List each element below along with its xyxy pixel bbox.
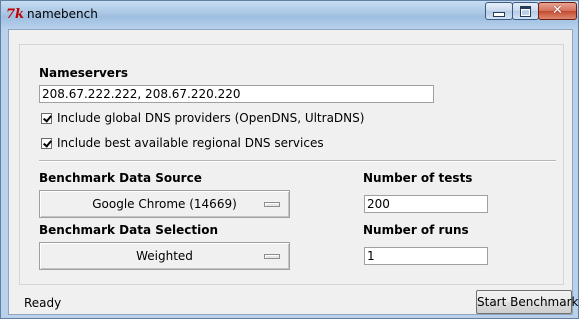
regional-dns-option[interactable]: Include best available regional DNS serv… xyxy=(41,136,324,150)
data-source-label: Benchmark Data Source xyxy=(39,171,202,185)
nameservers-label: Nameservers xyxy=(39,66,129,80)
global-dns-checkbox[interactable] xyxy=(41,112,52,124)
window-title: namebench xyxy=(27,7,98,21)
num-tests-label: Number of tests xyxy=(363,171,473,185)
maximize-icon xyxy=(520,5,531,17)
status-text: Ready xyxy=(24,296,62,310)
minimize-button[interactable] xyxy=(485,2,513,20)
nameservers-input[interactable]: 208.67.222.222, 208.67.220.220 xyxy=(39,85,434,103)
client-area: Nameservers 208.67.222.222, 208.67.220.2… xyxy=(8,29,578,315)
data-source-menu[interactable]: Google Chrome (14669) xyxy=(39,190,290,218)
tk-feather-icon: 7k xyxy=(6,7,25,22)
num-tests-input[interactable]: 200 xyxy=(364,195,488,213)
num-runs-label: Number of runs xyxy=(363,223,469,237)
separator xyxy=(39,160,556,162)
global-dns-label: Include global DNS providers (OpenDNS, U… xyxy=(57,111,365,125)
maximize-button[interactable] xyxy=(512,2,539,20)
start-benchmark-button[interactable]: Start Benchmark xyxy=(476,290,578,314)
num-runs-input[interactable]: 1 xyxy=(364,247,488,265)
title-bar[interactable]: 7k namebench ✕ xyxy=(1,1,578,29)
global-dns-option[interactable]: Include global DNS providers (OpenDNS, U… xyxy=(41,111,364,125)
regional-dns-label: Include best available regional DNS serv… xyxy=(57,136,324,150)
data-selection-value: Weighted xyxy=(136,249,193,263)
minimize-icon xyxy=(493,12,505,17)
data-selection-label: Benchmark Data Selection xyxy=(39,223,219,237)
regional-dns-checkbox[interactable] xyxy=(41,137,52,149)
close-icon: ✕ xyxy=(552,3,563,18)
menu-indicator-icon xyxy=(264,202,280,207)
menu-indicator-icon xyxy=(264,254,280,259)
data-source-value: Google Chrome (14669) xyxy=(92,197,237,211)
app-window: 7k namebench ✕ Nameservers 208.67.222.22… xyxy=(0,0,579,319)
close-button[interactable]: ✕ xyxy=(538,2,577,20)
data-selection-menu[interactable]: Weighted xyxy=(39,242,290,270)
settings-frame: Nameservers 208.67.222.222, 208.67.220.2… xyxy=(19,44,564,285)
